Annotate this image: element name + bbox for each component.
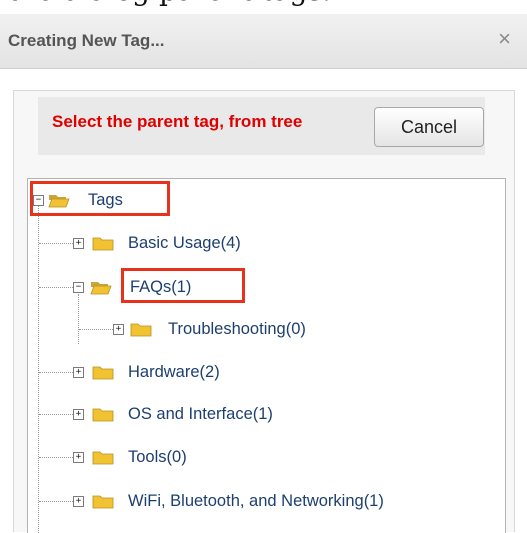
highlight-box-tags [30,181,170,216]
tree-node-troubleshooting[interactable]: + Troubleshooting(0) [28,319,498,343]
expand-icon[interactable]: + [73,496,84,507]
tree-guide-line [39,243,73,244]
folder-closed-icon [130,323,152,337]
tree-guide-line [39,457,73,458]
folder-closed-icon [92,451,114,465]
folder-closed-icon [92,495,114,509]
expand-icon[interactable]: + [73,409,84,420]
tree-guide-line [39,372,73,373]
expand-icon[interactable]: + [73,238,84,249]
tree-node-wifi-bluetooth-networking[interactable]: + WiFi, Bluetooth, and Networking(1) [28,491,498,515]
tree-node-label[interactable]: OS and Interface(1) [128,405,273,424]
tree-guide-line [79,329,113,330]
folder-closed-icon [92,366,114,380]
close-icon[interactable]: × [498,26,511,52]
tree-node-label[interactable]: WiFi, Bluetooth, and Networking(1) [128,492,384,511]
tree-node-hardware[interactable]: + Hardware(2) [28,362,498,386]
expand-icon[interactable]: + [73,367,84,378]
tree-guide-line [39,501,73,502]
dialog-body: Select the parent tag, from tree Cancel … [13,90,515,533]
tree-node-tools[interactable]: + Tools(0) [28,447,498,471]
highlight-box-faqs [121,268,245,303]
tree-node-label[interactable]: Basic Usage(4) [128,234,241,253]
tree-node-label[interactable]: Troubleshooting(0) [168,320,306,339]
tree-node-os-and-interface[interactable]: + OS and Interface(1) [28,404,498,428]
tree-guide-line [39,414,73,415]
tree-node-faqs[interactable]: − FAQs(1) [28,277,498,301]
dialog-title-bar: Creating New Tag... × [0,14,527,69]
tree-node-label[interactable]: Tools(0) [128,448,187,467]
tree-node-basic-usage[interactable]: + Basic Usage(4) [28,233,498,257]
folder-open-icon [90,282,112,295]
prompt-bar: Select the parent tag, from tree Cancel [38,97,485,155]
folder-closed-icon [92,408,114,422]
tag-tree: − Tags + Basic Usage(4) − FAQs(1) + Trou… [27,178,506,533]
expand-icon[interactable]: + [73,452,84,463]
dialog-title: Creating New Tag... [8,31,165,50]
prompt-message: Select the parent tag, from tree [52,112,303,131]
tree-guide-line [39,287,73,288]
cancel-button[interactable]: Cancel [374,107,484,147]
collapse-icon[interactable]: − [73,282,84,293]
page-text-fragment: the dialog parent tags. [0,0,527,14]
expand-icon[interactable]: + [113,324,124,335]
folder-closed-icon [92,237,114,251]
tree-node-label[interactable]: Hardware(2) [128,363,220,382]
